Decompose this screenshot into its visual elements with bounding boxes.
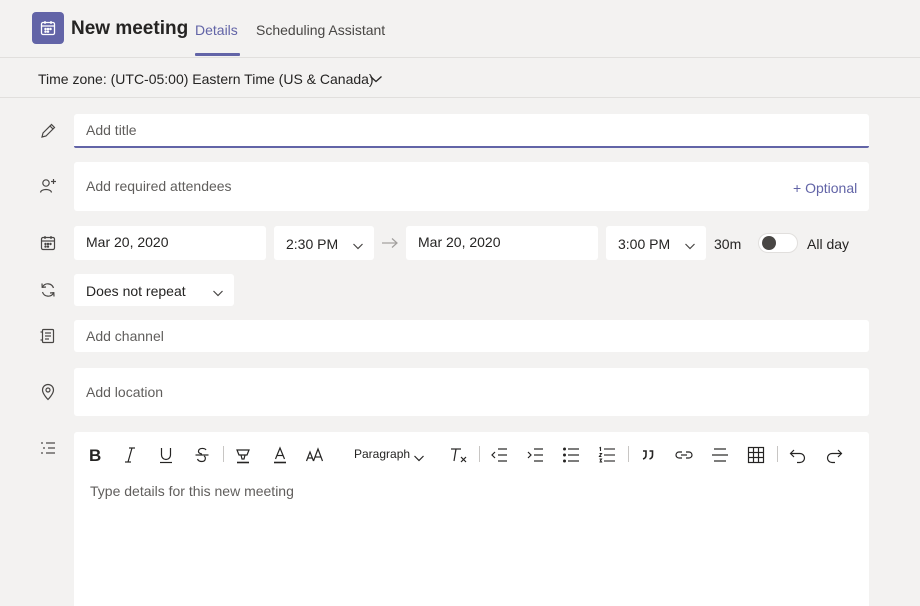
title-placeholder: Add title: [86, 122, 137, 138]
horizontal-rule-icon[interactable]: [710, 444, 730, 466]
add-person-icon: [38, 176, 58, 196]
timezone-selector[interactable]: Time zone: (UTC-05:00) Eastern Time (US …: [38, 71, 374, 88]
location-pin-icon: [38, 382, 58, 402]
bulleted-list-icon[interactable]: [561, 444, 581, 466]
duration-label: 30m: [714, 236, 742, 252]
location-placeholder: Add location: [86, 384, 164, 400]
highlight-icon[interactable]: [234, 444, 252, 466]
redo-icon[interactable]: [824, 444, 844, 466]
all-day-label: All day: [807, 236, 850, 252]
bold-icon[interactable]: B: [86, 444, 104, 466]
toolbar-divider: [479, 446, 480, 462]
attendees-placeholder: Add required attendees: [86, 178, 232, 194]
repeat-value: Does not repeat: [86, 283, 186, 299]
channel-icon: [38, 326, 58, 346]
chevron-down-icon[interactable]: [212, 285, 224, 297]
tab-details[interactable]: Details: [195, 21, 238, 39]
editor-placeholder: Type details for this new meeting: [90, 483, 294, 499]
italic-icon[interactable]: [121, 444, 139, 466]
toolbar-divider: [223, 446, 224, 462]
location-input[interactable]: [74, 368, 869, 416]
start-time-value: 2:30 PM: [286, 236, 339, 252]
optional-attendees-link[interactable]: + Optional: [793, 180, 857, 197]
undo-icon[interactable]: [788, 444, 808, 466]
calendar-icon: [38, 233, 58, 253]
font-size-icon[interactable]: [305, 444, 325, 466]
link-icon[interactable]: [674, 444, 694, 466]
start-date-value: Mar 20, 2020: [86, 234, 169, 250]
toolbar-divider: [777, 446, 778, 462]
svg-text:B: B: [89, 446, 101, 464]
arrow-right-icon: [381, 236, 399, 250]
strikethrough-icon[interactable]: [193, 444, 211, 466]
chevron-down-icon[interactable]: [413, 450, 425, 462]
tab-scheduling-assistant[interactable]: Scheduling Assistant: [256, 21, 385, 39]
decrease-indent-icon[interactable]: [489, 444, 509, 466]
calendar-app-icon: [32, 12, 64, 44]
toggle-knob: [762, 236, 776, 250]
quote-icon[interactable]: [639, 444, 657, 466]
toolbar-divider: [628, 446, 629, 462]
details-list-icon: [38, 438, 58, 458]
page-title: New meeting: [71, 18, 189, 39]
title-input[interactable]: [74, 114, 869, 148]
paragraph-style-select[interactable]: Paragraph: [354, 447, 410, 462]
numbered-list-icon[interactable]: [597, 444, 617, 466]
repeat-icon: [38, 280, 58, 300]
font-color-icon[interactable]: [271, 444, 289, 466]
underline-icon[interactable]: [157, 444, 175, 466]
end-time-value: 3:00 PM: [618, 236, 671, 252]
clear-format-icon[interactable]: [449, 444, 469, 466]
active-tab-indicator: [195, 53, 240, 56]
chevron-down-icon[interactable]: [352, 238, 364, 250]
table-icon[interactable]: [746, 444, 766, 466]
channel-placeholder: Add channel: [86, 328, 164, 344]
pencil-icon: [38, 121, 58, 141]
end-date-value: Mar 20, 2020: [418, 234, 501, 250]
chevron-down-icon[interactable]: [369, 72, 383, 84]
increase-indent-icon[interactable]: [525, 444, 545, 466]
channel-input[interactable]: [74, 320, 869, 352]
chevron-down-icon[interactable]: [684, 238, 696, 250]
